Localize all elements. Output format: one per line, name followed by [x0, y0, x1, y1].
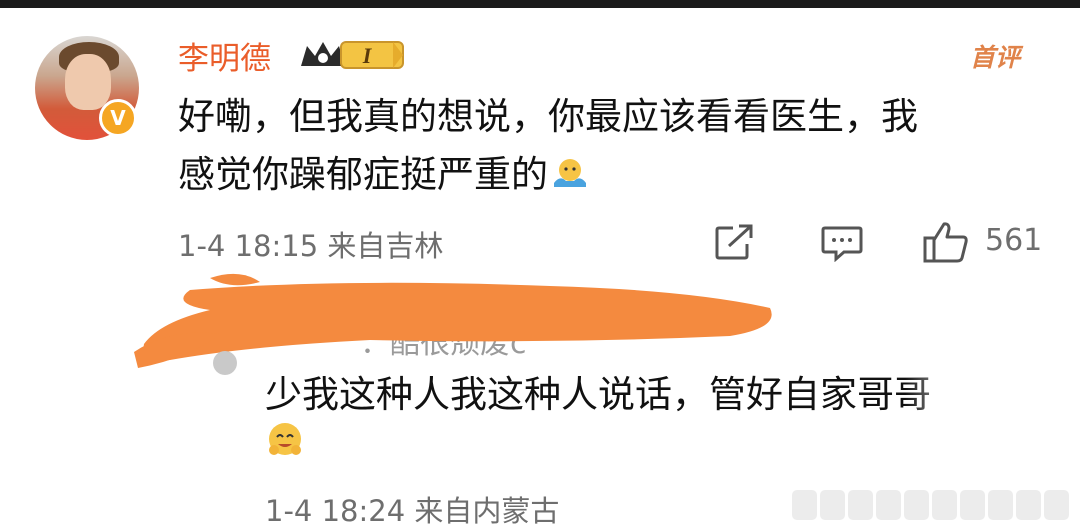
watermark-block	[818, 488, 847, 522]
facepalm-emoji-icon	[554, 159, 586, 187]
like-thumbs-up-icon[interactable]	[922, 220, 970, 264]
top-edge-bar	[0, 0, 1080, 8]
comment-text: 好嘞，但我真的想说，你最应该看看医生，我 感觉你躁郁症挺严重的	[178, 88, 1038, 204]
comment-username[interactable]: 李明德	[178, 33, 271, 78]
watermark-block	[986, 488, 1015, 522]
first-comment-tag: 首评	[970, 43, 1021, 72]
hug-emoji-icon	[269, 423, 301, 455]
comment-text-line-2-body: 感觉你躁郁症挺严重的	[178, 153, 548, 196]
watermark	[790, 488, 1080, 524]
comment-text-line-1: 好嘞，但我真的想说，你最应该看看医生，我	[178, 95, 918, 138]
watermark-block	[958, 488, 987, 522]
watermark-block	[1042, 488, 1071, 522]
watermark-block	[902, 488, 931, 522]
watermark-block	[874, 488, 903, 522]
watermark-block	[790, 488, 819, 522]
vip-level-badge-icon: I	[301, 41, 404, 69]
watermark-block	[930, 488, 959, 522]
redaction-scribble	[134, 273, 772, 375]
avatar-face	[65, 54, 111, 110]
verified-badge-icon: V	[99, 99, 137, 137]
watermark-block	[846, 488, 875, 522]
share-icon[interactable]	[713, 222, 755, 262]
comment-icon[interactable]	[820, 224, 864, 262]
reply-text: 少我这种人我这种人说话，管好自家哥哥	[265, 373, 931, 416]
comment-meta: 1-4 18:15 来自吉林	[178, 229, 444, 263]
vip-level-text: I	[362, 43, 373, 68]
watermark-block	[1014, 488, 1043, 522]
like-count: 561	[985, 223, 1043, 258]
comment-text-line-2: 感觉你躁郁症挺严重的	[178, 146, 1038, 204]
watermark-fade	[905, 378, 1080, 448]
